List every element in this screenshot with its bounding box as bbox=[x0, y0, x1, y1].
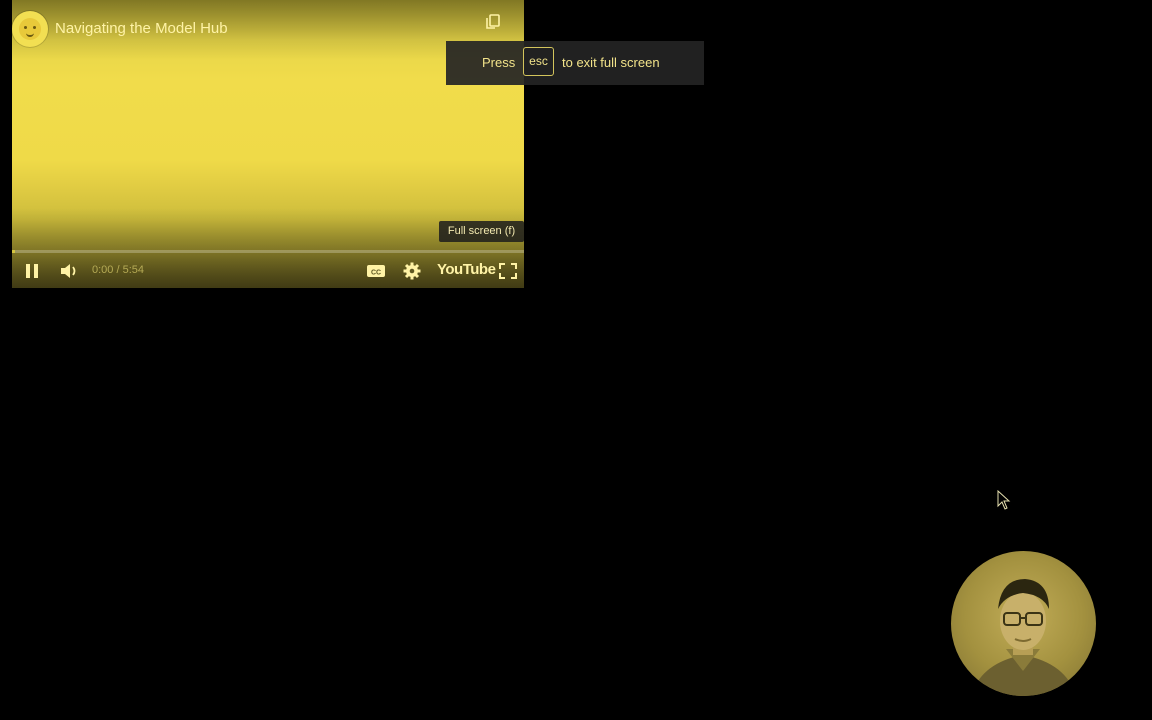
hint-suffix-text: to exit full screen bbox=[562, 55, 660, 70]
closed-captions-icon[interactable]: CC bbox=[366, 260, 386, 282]
copy-link-icon[interactable] bbox=[484, 13, 502, 31]
channel-avatar-icon[interactable] bbox=[12, 11, 48, 47]
gear-icon[interactable] bbox=[402, 260, 422, 282]
fullscreen-icon[interactable] bbox=[498, 260, 518, 282]
eye-right bbox=[33, 26, 36, 29]
volume-icon[interactable] bbox=[58, 260, 80, 282]
webcam-overlay bbox=[951, 551, 1096, 696]
esc-key-badge: esc bbox=[523, 47, 554, 76]
progress-bar[interactable] bbox=[12, 250, 524, 253]
progress-fill bbox=[12, 250, 16, 253]
control-bar: 0:00 / 5:54 CC YouTube bbox=[12, 256, 524, 286]
time-display: 0:00 / 5:54 bbox=[92, 264, 144, 276]
presenter-avatar bbox=[971, 579, 1076, 696]
youtube-logo[interactable]: YouTube bbox=[437, 261, 496, 278]
fullscreen-tooltip: Full screen (f) bbox=[439, 221, 524, 242]
pause-icon[interactable] bbox=[22, 260, 42, 282]
eye-left bbox=[24, 26, 27, 29]
video-title[interactable]: Navigating the Model Hub bbox=[55, 20, 228, 37]
mouth bbox=[26, 31, 34, 37]
mouse-cursor-icon bbox=[997, 490, 1011, 510]
hint-press-text: Press bbox=[482, 55, 516, 70]
exit-fullscreen-hint: Press esc to exit full screen bbox=[446, 41, 704, 85]
desktop-screen: Navigating the Model Hub Full screen (f)… bbox=[0, 0, 1152, 720]
hugging-face-icon bbox=[19, 18, 41, 40]
svg-text:CC: CC bbox=[371, 270, 381, 277]
